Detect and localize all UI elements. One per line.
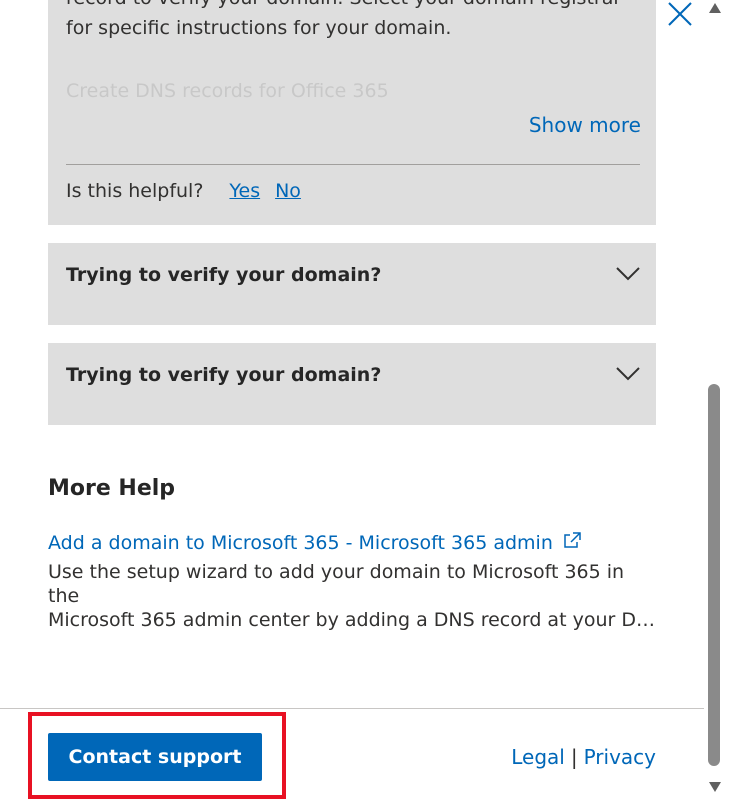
footer-divider (0, 708, 704, 709)
contact-support-button[interactable]: Contact support (48, 733, 262, 781)
faded-answer-text: Create DNS records for Office 365 (66, 80, 389, 102)
expanded-answer-card: record to verify your domain. Select you… (48, 0, 656, 225)
help-desc-line: Use the setup wizard to add your domain … (48, 561, 625, 607)
show-more-link[interactable]: Show more (529, 113, 641, 137)
feedback-no-link[interactable]: No (275, 180, 301, 202)
footer-links: Legal | Privacy (511, 745, 656, 769)
scroll-down-arrow-icon[interactable] (709, 782, 721, 792)
scrollbar-thumb[interactable] (708, 384, 720, 766)
external-link-icon (564, 532, 581, 548)
accordion-title: Trying to verify your domain? (66, 264, 382, 286)
answer-text: record to verify your domain. Select you… (66, 0, 621, 39)
privacy-link[interactable]: Privacy (584, 745, 656, 769)
help-desc-line: Microsoft 365 admin center by adding a D… (48, 609, 660, 631)
link-separator: | (570, 745, 578, 769)
accordion-verify-domain-2[interactable]: Trying to verify your domain? (48, 343, 656, 425)
feedback-row: Is this helpful? Yes No (66, 180, 301, 202)
close-icon[interactable] (664, 0, 696, 28)
chevron-down-icon (616, 267, 640, 281)
help-panel: record to verify your domain. Select you… (0, 0, 732, 802)
scroll-up-arrow-icon[interactable] (709, 3, 721, 13)
accordion-verify-domain-1[interactable]: Trying to verify your domain? (48, 243, 656, 325)
help-article-row: Add a domain to Microsoft 365 - Microsof… (48, 532, 581, 554)
feedback-yes-link[interactable]: Yes (229, 180, 260, 202)
legal-link[interactable]: Legal (511, 745, 565, 769)
card-divider (66, 164, 640, 165)
helpful-question: Is this helpful? (66, 180, 204, 202)
accordion-title: Trying to verify your domain? (66, 364, 382, 386)
help-article-description: Use the setup wizard to add your domain … (48, 560, 660, 632)
help-article-link[interactable]: Add a domain to Microsoft 365 - Microsof… (48, 532, 553, 554)
chevron-down-icon (616, 367, 640, 381)
more-help-heading: More Help (48, 476, 176, 501)
